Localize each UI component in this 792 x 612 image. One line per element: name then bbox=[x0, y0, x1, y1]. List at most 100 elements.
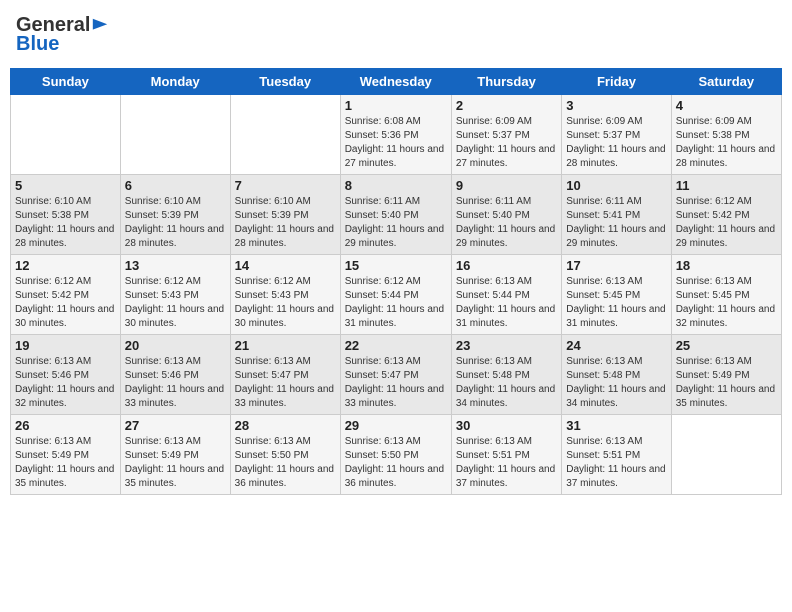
day-number: 21 bbox=[235, 338, 336, 353]
calendar-cell: 16 Sunrise: 6:13 AMSunset: 5:44 PMDayligh… bbox=[451, 255, 561, 335]
day-number: 2 bbox=[456, 98, 557, 113]
day-number: 24 bbox=[566, 338, 666, 353]
calendar-cell: 6 Sunrise: 6:10 AMSunset: 5:39 PMDaylight… bbox=[120, 175, 230, 255]
day-detail: Sunrise: 6:08 AMSunset: 5:36 PMDaylight:… bbox=[345, 115, 447, 171]
calendar-cell: 11 Sunrise: 6:12 AMSunset: 5:42 PMDayligh… bbox=[671, 175, 781, 255]
logo-flag-icon bbox=[91, 17, 109, 35]
day-detail: Sunrise: 6:12 AMSunset: 5:43 PMDaylight:… bbox=[125, 275, 226, 331]
calendar-cell: 1 Sunrise: 6:08 AMSunset: 5:36 PMDaylight… bbox=[340, 95, 451, 175]
day-number: 7 bbox=[235, 178, 336, 193]
calendar-week-3: 12 Sunrise: 6:12 AMSunset: 5:42 PMDayligh… bbox=[11, 255, 782, 335]
calendar-cell: 20Sunrise: 6:13 AMSunset: 5:46 PMDayligh… bbox=[120, 335, 230, 415]
day-detail: Sunrise: 6:11 AMSunset: 5:40 PMDaylight:… bbox=[456, 195, 557, 251]
day-detail: Sunrise: 6:13 AMSunset: 5:49 PMDaylight:… bbox=[676, 355, 777, 411]
day-detail: Sunrise: 6:09 AMSunset: 5:37 PMDaylight:… bbox=[566, 115, 666, 171]
day-number: 27 bbox=[125, 418, 226, 433]
day-number: 11 bbox=[676, 178, 777, 193]
calendar-cell: 31 Sunrise: 6:13 AMSunset: 5:51 PMDayligh… bbox=[562, 415, 671, 495]
day-number: 17 bbox=[566, 258, 666, 273]
calendar-week-2: 5 Sunrise: 6:10 AMSunset: 5:38 PMDaylight… bbox=[11, 175, 782, 255]
day-number: 10 bbox=[566, 178, 666, 193]
calendar-cell: 8Sunrise: 6:11 AMSunset: 5:40 PMDaylight… bbox=[340, 175, 451, 255]
day-number: 30 bbox=[456, 418, 557, 433]
day-number: 25 bbox=[676, 338, 777, 353]
day-detail: Sunrise: 6:13 AMSunset: 5:44 PMDaylight:… bbox=[456, 275, 557, 331]
day-number: 29 bbox=[345, 418, 447, 433]
calendar-cell: 19 Sunrise: 6:13 AMSunset: 5:46 PMDayligh… bbox=[11, 335, 121, 415]
calendar-cell bbox=[671, 415, 781, 495]
day-detail: Sunrise: 6:10 AMSunset: 5:38 PMDaylight:… bbox=[15, 195, 116, 251]
day-detail: Sunrise: 6:13 AMSunset: 5:50 PMDaylight:… bbox=[235, 435, 336, 491]
day-detail: Sunrise: 6:12 AMSunset: 5:42 PMDaylight:… bbox=[676, 195, 777, 251]
day-number: 9 bbox=[456, 178, 557, 193]
day-number: 8 bbox=[345, 178, 447, 193]
calendar-cell: 5 Sunrise: 6:10 AMSunset: 5:38 PMDaylight… bbox=[11, 175, 121, 255]
calendar-cell bbox=[11, 95, 121, 175]
calendar-header-friday: Friday bbox=[562, 69, 671, 95]
calendar-cell: 10 Sunrise: 6:11 AMSunset: 5:41 PMDayligh… bbox=[562, 175, 671, 255]
day-number: 15 bbox=[345, 258, 447, 273]
day-detail: Sunrise: 6:13 AMSunset: 5:49 PMDaylight:… bbox=[15, 435, 116, 491]
day-number: 19 bbox=[15, 338, 116, 353]
day-detail: Sunrise: 6:13 AMSunset: 5:47 PMDaylight:… bbox=[345, 355, 447, 411]
calendar-cell: 27 Sunrise: 6:13 AMSunset: 5:49 PMDayligh… bbox=[120, 415, 230, 495]
day-number: 1 bbox=[345, 98, 447, 113]
calendar-week-4: 19 Sunrise: 6:13 AMSunset: 5:46 PMDayligh… bbox=[11, 335, 782, 415]
day-detail: Sunrise: 6:13 AMSunset: 5:51 PMDaylight:… bbox=[456, 435, 557, 491]
calendar-cell: 28 Sunrise: 6:13 AMSunset: 5:50 PMDayligh… bbox=[230, 415, 340, 495]
day-detail: Sunrise: 6:13 AMSunset: 5:47 PMDaylight:… bbox=[235, 355, 336, 411]
day-detail: Sunrise: 6:13 AMSunset: 5:51 PMDaylight:… bbox=[566, 435, 666, 491]
calendar-cell: 30 Sunrise: 6:13 AMSunset: 5:51 PMDayligh… bbox=[451, 415, 561, 495]
day-number: 18 bbox=[676, 258, 777, 273]
day-detail: Sunrise: 6:13 AMSunset: 5:48 PMDaylight:… bbox=[456, 355, 557, 411]
day-detail: Sunrise: 6:12 AMSunset: 5:42 PMDaylight:… bbox=[15, 275, 116, 331]
day-number: 31 bbox=[566, 418, 666, 433]
day-detail: Sunrise: 6:13 AMSunset: 5:45 PMDaylight:… bbox=[566, 275, 666, 331]
calendar-header-wednesday: Wednesday bbox=[340, 69, 451, 95]
calendar-cell: 4 Sunrise: 6:09 AMSunset: 5:38 PMDaylight… bbox=[671, 95, 781, 175]
calendar-cell: 15 Sunrise: 6:12 AMSunset: 5:44 PMDayligh… bbox=[340, 255, 451, 335]
day-number: 12 bbox=[15, 258, 116, 273]
calendar-cell bbox=[120, 95, 230, 175]
day-number: 13 bbox=[125, 258, 226, 273]
calendar-cell: 18 Sunrise: 6:13 AMSunset: 5:45 PMDayligh… bbox=[671, 255, 781, 335]
day-detail: Sunrise: 6:09 AMSunset: 5:38 PMDaylight:… bbox=[676, 115, 777, 171]
calendar-cell: 14 Sunrise: 6:12 AMSunset: 5:43 PMDayligh… bbox=[230, 255, 340, 335]
calendar-cell: 24Sunrise: 6:13 AMSunset: 5:48 PMDayligh… bbox=[562, 335, 671, 415]
day-number: 4 bbox=[676, 98, 777, 113]
day-detail: Sunrise: 6:13 AMSunset: 5:49 PMDaylight:… bbox=[125, 435, 226, 491]
calendar-cell: 21 Sunrise: 6:13 AMSunset: 5:47 PMDayligh… bbox=[230, 335, 340, 415]
logo: General Blue bbox=[16, 14, 109, 56]
calendar-cell: 13 Sunrise: 6:12 AMSunset: 5:43 PMDayligh… bbox=[120, 255, 230, 335]
day-detail: Sunrise: 6:12 AMSunset: 5:44 PMDaylight:… bbox=[345, 275, 447, 331]
calendar-cell: 26Sunrise: 6:13 AMSunset: 5:49 PMDayligh… bbox=[11, 415, 121, 495]
day-number: 6 bbox=[125, 178, 226, 193]
day-detail: Sunrise: 6:10 AMSunset: 5:39 PMDaylight:… bbox=[125, 195, 226, 251]
day-detail: Sunrise: 6:11 AMSunset: 5:41 PMDaylight:… bbox=[566, 195, 666, 251]
calendar-cell: 22 Sunrise: 6:13 AMSunset: 5:47 PMDayligh… bbox=[340, 335, 451, 415]
day-number: 22 bbox=[345, 338, 447, 353]
day-detail: Sunrise: 6:13 AMSunset: 5:45 PMDaylight:… bbox=[676, 275, 777, 331]
calendar-cell: 9 Sunrise: 6:11 AMSunset: 5:40 PMDaylight… bbox=[451, 175, 561, 255]
calendar-header-monday: Monday bbox=[120, 69, 230, 95]
day-detail: Sunrise: 6:09 AMSunset: 5:37 PMDaylight:… bbox=[456, 115, 557, 171]
day-number: 23 bbox=[456, 338, 557, 353]
calendar-table: SundayMondayTuesdayWednesdayThursdayFrid… bbox=[10, 68, 782, 495]
day-number: 14 bbox=[235, 258, 336, 273]
page-header: General Blue bbox=[10, 10, 782, 60]
day-detail: Sunrise: 6:13 AMSunset: 5:46 PMDaylight:… bbox=[15, 355, 116, 411]
calendar-cell: 3 Sunrise: 6:09 AMSunset: 5:37 PMDaylight… bbox=[562, 95, 671, 175]
day-number: 16 bbox=[456, 258, 557, 273]
day-number: 3 bbox=[566, 98, 666, 113]
day-detail: Sunrise: 6:10 AMSunset: 5:39 PMDaylight:… bbox=[235, 195, 336, 251]
calendar-cell: 17 Sunrise: 6:13 AMSunset: 5:45 PMDayligh… bbox=[562, 255, 671, 335]
calendar-header-row: SundayMondayTuesdayWednesdayThursdayFrid… bbox=[11, 69, 782, 95]
day-detail: Sunrise: 6:12 AMSunset: 5:43 PMDaylight:… bbox=[235, 275, 336, 331]
calendar-header-tuesday: Tuesday bbox=[230, 69, 340, 95]
day-number: 28 bbox=[235, 418, 336, 433]
calendar-header-saturday: Saturday bbox=[671, 69, 781, 95]
calendar-cell: 2 Sunrise: 6:09 AMSunset: 5:37 PMDaylight… bbox=[451, 95, 561, 175]
day-number: 5 bbox=[15, 178, 116, 193]
calendar-week-5: 26Sunrise: 6:13 AMSunset: 5:49 PMDayligh… bbox=[11, 415, 782, 495]
calendar-header-thursday: Thursday bbox=[451, 69, 561, 95]
